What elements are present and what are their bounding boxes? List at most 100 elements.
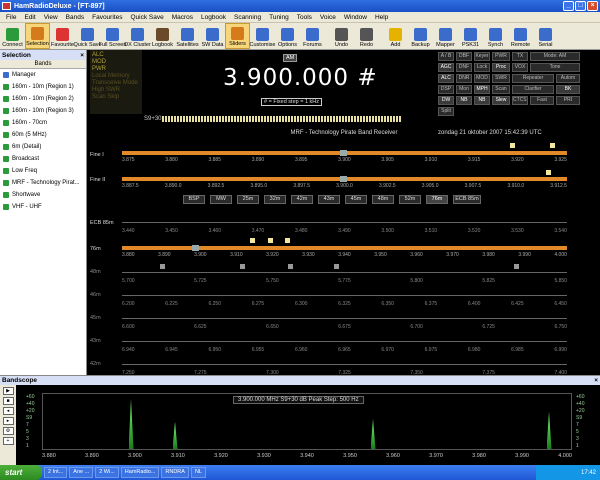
grey-band-scale[interactable] (122, 318, 567, 319)
menu-help[interactable]: Help (371, 14, 392, 21)
radio-button-clarifier[interactable]: Clarifier (512, 85, 554, 94)
band-list-item[interactable]: Broadcast (0, 153, 86, 165)
radio-button-dw[interactable]: DW (438, 96, 454, 105)
band-list-item[interactable]: 6m (Detail) (0, 141, 86, 153)
toolbar-synch-button[interactable]: Synch (483, 23, 508, 49)
radio-button-bk[interactable]: BK (556, 85, 580, 94)
toolbar-full-screen-button[interactable]: Full Screen (99, 23, 126, 49)
radio-button-vox[interactable]: VOX (512, 63, 528, 72)
menu-file[interactable]: File (2, 14, 20, 21)
taskbar-window-button[interactable]: Ane ... (69, 467, 94, 478)
radio-button-tone[interactable]: Tone (530, 63, 580, 72)
radio-button-nb[interactable]: NB (474, 96, 490, 105)
radio-button-dsp[interactable]: DSP (438, 85, 454, 94)
band-button-mw[interactable]: MW (210, 195, 232, 204)
band-list-item[interactable]: VHF - UHF (0, 201, 86, 213)
taskbar-window-button[interactable]: HamRadio... (120, 467, 160, 478)
toolbar-customise-button[interactable]: Customise (250, 23, 276, 49)
band-button-52m[interactable]: 52m (399, 195, 421, 204)
toolbar-undo-button[interactable]: Undo (329, 23, 354, 49)
toolbar-backup-button[interactable]: Backup (408, 23, 433, 49)
menu-window[interactable]: Window (340, 14, 371, 21)
radio-button-lock[interactable]: Lock (474, 63, 490, 72)
menu-bands[interactable]: Bands (62, 14, 88, 21)
toolbar-forums-button[interactable]: Forums (300, 23, 325, 49)
radio-button-pwr[interactable]: PWR (492, 52, 510, 61)
toolbar-logbook-button[interactable]: Logbook (150, 23, 175, 49)
fine1-knob[interactable] (340, 150, 347, 156)
band-button-32m[interactable]: 32m (264, 195, 286, 204)
close-icon[interactable]: × (594, 377, 598, 384)
toolbar-satellites-button[interactable]: Satellites (175, 23, 200, 49)
band-list-item[interactable]: 160m - 10m (Region 1) (0, 81, 86, 93)
radio-button-pri[interactable]: PRI (556, 96, 580, 105)
band-button-bsp[interactable]: BSP (183, 195, 205, 204)
toolbar-quick-save-button[interactable]: Quick Save (73, 23, 102, 49)
radio-button-scan[interactable]: Scan (492, 85, 510, 94)
play-icon[interactable]: ▶ (2, 387, 14, 395)
band-list-item[interactable]: 160m - 10m (Region 3) (0, 105, 86, 117)
radio-button-fast[interactable]: Fast (530, 96, 554, 105)
grey-band-scale[interactable] (122, 295, 567, 296)
band-list-item[interactable]: 160m - 10m (Region 2) (0, 93, 86, 105)
toolbar-favourite-button[interactable]: Favourite (50, 23, 75, 49)
close-icon[interactable]: × (80, 52, 84, 59)
radio-button-mon[interactable]: Mon (456, 85, 472, 94)
maximize-button[interactable]: □ (575, 1, 586, 11)
toolbar-remote-button[interactable]: Remote (508, 23, 533, 49)
radio-button-slew[interactable]: Slew (492, 96, 510, 105)
toolbar-redo-button[interactable]: Redo (354, 23, 379, 49)
toolbar-sw-data-button[interactable]: SW Data (200, 23, 225, 49)
radio-button-agc[interactable]: AGC (438, 63, 454, 72)
band-button-76m[interactable]: 76m (426, 195, 448, 204)
radio-button-autom[interactable]: Autom (556, 74, 580, 83)
bands-tab[interactable]: Bands (0, 60, 86, 69)
toolbar-mapper-button[interactable]: Mapper (433, 23, 458, 49)
radio-button-keyer[interactable]: Keyer (474, 52, 490, 61)
grey-band-scale[interactable] (122, 272, 567, 273)
menu-tuning[interactable]: Tuning (265, 14, 293, 21)
toolbar-add-button[interactable]: Add (383, 23, 408, 49)
radio-button-repeater[interactable]: Repeater (512, 74, 554, 83)
toolbar-serial-button[interactable]: Serial (533, 23, 558, 49)
step-left-icon[interactable]: ◂ (2, 407, 14, 415)
menu-view[interactable]: View (40, 14, 62, 21)
band-list-item[interactable]: Shortwave (0, 189, 86, 201)
settings-icon[interactable]: ⚙ (2, 427, 14, 435)
band-list-item[interactable]: MRF - Technology Pirat... (0, 177, 86, 189)
radio-button-mod[interactable]: MOD (474, 74, 490, 83)
menu-logbook[interactable]: Logbook (197, 14, 230, 21)
bandscope-plot[interactable]: 3.900.000 MHz S9+30 dB Peak Step: 500 Hz (42, 393, 572, 450)
menu-favourites[interactable]: Favourites (88, 14, 126, 21)
toolbar-selection-button[interactable]: Selection (25, 23, 50, 49)
radio-button-tx[interactable]: TX (512, 52, 528, 61)
ecb-scale[interactable] (122, 222, 567, 223)
radio-button-dnf[interactable]: DNF (456, 63, 472, 72)
close-button[interactable]: × (587, 1, 598, 11)
toolbar-sliders-button[interactable]: Sliders (225, 23, 250, 49)
menu-quick-save[interactable]: Quick Save (126, 14, 167, 21)
band-button-45m[interactable]: 45m (345, 195, 367, 204)
minimize-button[interactable]: _ (563, 1, 574, 11)
band-button-43m[interactable]: 43m (318, 195, 340, 204)
toolbar-psk31-button[interactable]: PSK31 (458, 23, 483, 49)
band-list-item[interactable]: 160m - 70cm (0, 117, 86, 129)
radio-button-mode-am[interactable]: Mode: AM (530, 52, 580, 61)
start-button[interactable]: start (0, 465, 42, 480)
radio-button-mph[interactable]: MPH (474, 85, 490, 94)
toolbar-connect-button[interactable]: Connect (0, 23, 25, 49)
radio-button-dnr[interactable]: DNR (456, 74, 472, 83)
band-button-25m[interactable]: 25m (237, 195, 259, 204)
taskbar-window-button[interactable]: 2 Wi... (95, 467, 119, 478)
radio-button-alc[interactable]: ALC (438, 74, 454, 83)
zoom-icon[interactable]: + (2, 437, 14, 445)
radio-button-swr[interactable]: SWR (492, 74, 510, 83)
fine2-knob[interactable] (340, 176, 347, 182)
band-list-item[interactable]: 60m (5 MHz) (0, 129, 86, 141)
taskbar-window-button[interactable]: RNDRA (161, 467, 189, 478)
m76-knob[interactable] (192, 245, 199, 251)
radio-button-a-b[interactable]: A / B (438, 52, 454, 61)
radio-button-nb[interactable]: NB (456, 96, 472, 105)
band-button-48m[interactable]: 48m (372, 195, 394, 204)
step-right-icon[interactable]: ▸ (2, 417, 14, 425)
